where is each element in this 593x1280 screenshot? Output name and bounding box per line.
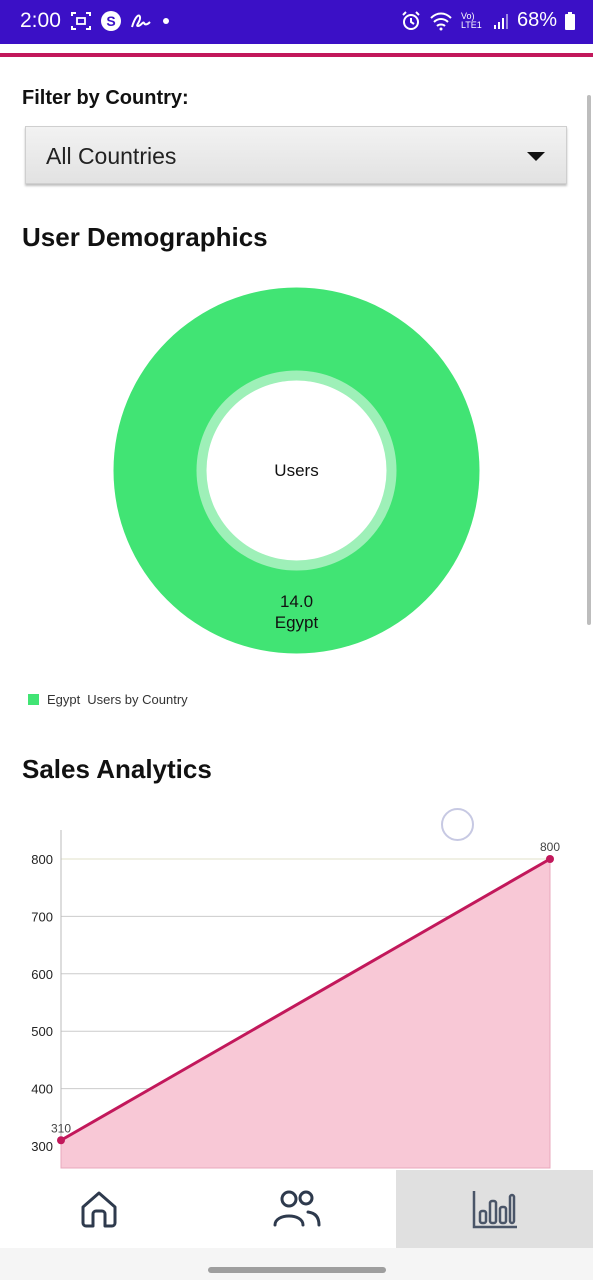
svg-text:S: S xyxy=(106,13,115,29)
dot-icon xyxy=(163,18,169,24)
data-label: 800 xyxy=(540,840,560,854)
scrollbar[interactable] xyxy=(587,95,591,625)
wifi-icon xyxy=(430,12,452,30)
demographics-legend: Egypt Users by Country xyxy=(28,692,188,707)
touch-ripple xyxy=(441,808,474,841)
legend-swatch-egypt xyxy=(28,694,39,705)
home-icon xyxy=(81,1191,117,1228)
country-dropdown[interactable]: All Countries xyxy=(25,126,567,184)
screen-record-icon xyxy=(71,12,91,30)
battery-percent: 68% xyxy=(516,9,557,31)
status-right-icons: Vo) LTE1 68% xyxy=(401,9,575,32)
sales-analytics-title: Sales Analytics xyxy=(22,754,212,784)
y-tick-label: 500 xyxy=(31,1024,53,1039)
users-icon xyxy=(273,1190,321,1227)
filter-label: Filter by Country: xyxy=(22,87,189,109)
donut-center-label: Users xyxy=(274,461,318,480)
y-tick-label: 600 xyxy=(31,967,53,982)
gesture-bar xyxy=(0,1248,593,1280)
data-point xyxy=(57,1136,65,1145)
alarm-icon xyxy=(402,10,420,30)
y-tick-label: 300 xyxy=(31,1139,53,1154)
user-demographics-title: User Demographics xyxy=(22,222,268,252)
signal-icon xyxy=(493,13,508,29)
slice-category-label: Egypt xyxy=(275,613,319,632)
nav-analytics[interactable] xyxy=(396,1170,593,1248)
header-accent-line xyxy=(0,53,593,57)
chevron-down-icon xyxy=(527,152,545,161)
y-tick-label: 700 xyxy=(31,909,53,924)
area-fill xyxy=(60,858,551,1169)
home-gesture-pill[interactable] xyxy=(208,1267,386,1273)
nav-users[interactable] xyxy=(198,1170,396,1248)
network-label: Vo) LTE1 xyxy=(460,10,482,30)
slice-value-label: 14.0 xyxy=(280,592,313,611)
country-dropdown-value: All Countries xyxy=(46,143,177,169)
data-label: 310 xyxy=(51,1121,71,1135)
data-point xyxy=(546,855,554,863)
status-bar: 2:00 S Vo) LTE1 68% xyxy=(0,0,593,44)
battery-icon xyxy=(565,11,575,30)
user-demographics-donut-chart[interactable]: Users 14.0 Egypt xyxy=(113,287,480,654)
bar-chart-icon xyxy=(472,1191,517,1229)
bottom-navigation xyxy=(0,1170,593,1248)
status-time: 2:00 xyxy=(20,9,61,32)
nav-home[interactable] xyxy=(0,1170,198,1248)
legend-series-label: Users by Country xyxy=(87,692,188,707)
status-left-icons: S xyxy=(70,10,172,32)
signature-icon xyxy=(131,14,151,28)
y-tick-label: 400 xyxy=(31,1082,53,1097)
y-tick-label: 800 xyxy=(31,852,53,867)
s-circle-icon: S xyxy=(101,11,121,31)
sales-analytics-area-chart[interactable]: 300 400 500 600 700 800 310 800 xyxy=(0,800,593,1170)
legend-item-egypt: Egypt xyxy=(47,692,81,707)
